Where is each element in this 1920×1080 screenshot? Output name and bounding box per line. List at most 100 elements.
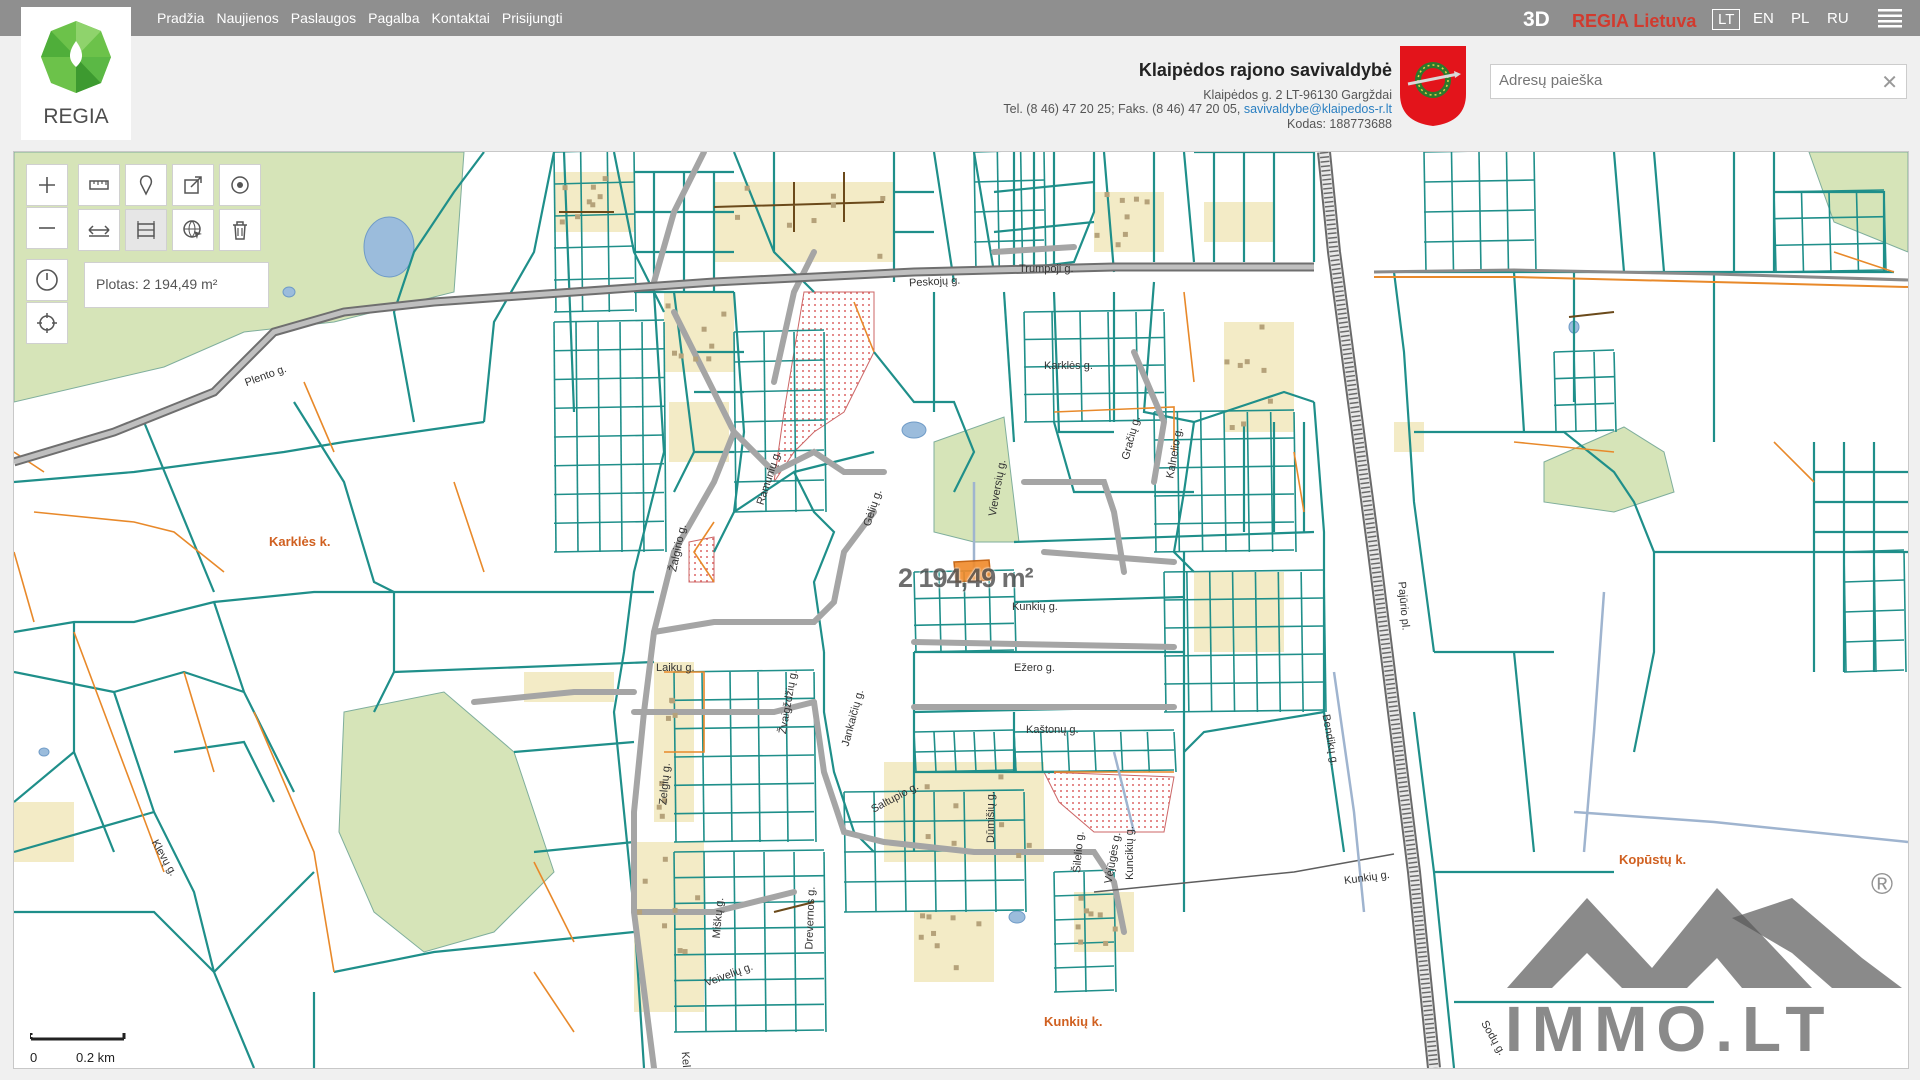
building bbox=[597, 194, 603, 200]
lang-lt-button[interactable]: LT bbox=[1712, 9, 1741, 30]
street-label: Dūmišių g. bbox=[984, 791, 997, 843]
building bbox=[665, 715, 671, 721]
header: Klaipėdos rajono savivaldybė Klaipėdos g… bbox=[0, 36, 1920, 146]
target-button[interactable] bbox=[219, 164, 261, 206]
building bbox=[998, 774, 1004, 780]
street-label: Kunkių g. bbox=[1012, 601, 1058, 613]
marker-button[interactable] bbox=[125, 164, 167, 206]
target-icon bbox=[231, 176, 249, 194]
trash-icon bbox=[233, 221, 247, 240]
building bbox=[1026, 842, 1032, 848]
hamburger-menu-icon[interactable] bbox=[1878, 8, 1902, 28]
building bbox=[1104, 192, 1110, 198]
nav-item-pradzia[interactable]: Pradžia bbox=[157, 10, 204, 26]
building bbox=[659, 813, 665, 819]
building bbox=[951, 840, 957, 846]
nav-item-paslaugos[interactable]: Paslaugos bbox=[291, 10, 356, 26]
building bbox=[1244, 359, 1250, 365]
history-button[interactable] bbox=[26, 259, 68, 301]
building bbox=[1241, 421, 1247, 427]
street-label: Karklės g. bbox=[1044, 360, 1093, 372]
building bbox=[682, 949, 688, 955]
registered-mark: ® bbox=[1871, 868, 1894, 901]
building bbox=[642, 878, 648, 884]
building bbox=[586, 199, 592, 205]
zoom-in-button[interactable] bbox=[26, 164, 68, 206]
building bbox=[925, 834, 931, 840]
building bbox=[662, 923, 668, 929]
organization-title: Klaipėdos rajono savivaldybė bbox=[1138, 60, 1392, 80]
building bbox=[677, 948, 683, 954]
scale-bar: 0 0.2 km bbox=[29, 1028, 130, 1065]
logo[interactable]: REGIA bbox=[21, 7, 131, 140]
nav-item-prisijungti[interactable]: Prisijungti bbox=[502, 10, 563, 26]
measure-distance-icon bbox=[88, 225, 110, 237]
share-button[interactable] bbox=[172, 164, 214, 206]
organization-code: Kodas: 188773688 bbox=[1287, 117, 1392, 131]
building bbox=[880, 195, 886, 201]
logo-text: REGIA bbox=[43, 105, 109, 128]
building bbox=[999, 822, 1005, 828]
building bbox=[1112, 926, 1118, 932]
building bbox=[953, 965, 959, 971]
building bbox=[672, 350, 678, 356]
globe-cursor-button[interactable] bbox=[172, 209, 214, 251]
building bbox=[1267, 398, 1273, 404]
village-label: Kunkių k. bbox=[1044, 1014, 1103, 1029]
coat-of-arms-icon bbox=[1400, 46, 1466, 126]
building bbox=[950, 915, 956, 921]
building bbox=[590, 184, 596, 190]
nav-item-kontaktai[interactable]: Kontaktai bbox=[432, 10, 490, 26]
building bbox=[1078, 895, 1084, 901]
delete-button[interactable] bbox=[219, 209, 261, 251]
building bbox=[1261, 367, 1267, 373]
email-link[interactable]: savivaldybe@klaipedos-r.lt bbox=[1244, 102, 1392, 116]
measured-area-label: 2 194,49 m² bbox=[898, 563, 1034, 593]
building bbox=[1097, 912, 1103, 918]
organization-contact: Tel. (8 46) 47 20 25; Faks. (8 46) 47 20… bbox=[1003, 102, 1392, 116]
building bbox=[786, 222, 792, 228]
building bbox=[693, 356, 699, 362]
plus-icon bbox=[39, 177, 55, 193]
nav-item-pagalba[interactable]: Pagalba bbox=[368, 10, 419, 26]
clock-icon bbox=[36, 269, 58, 291]
building bbox=[1016, 853, 1022, 859]
measure-distance-button[interactable] bbox=[78, 209, 120, 251]
locate-button[interactable] bbox=[26, 302, 68, 344]
building bbox=[744, 185, 750, 191]
building bbox=[1094, 232, 1100, 238]
building bbox=[830, 193, 836, 199]
scale-zero: 0 bbox=[30, 1050, 38, 1065]
top-bar: Pradžia Naujienos Paslaugos Pagalba Kont… bbox=[0, 0, 1920, 36]
building bbox=[924, 784, 930, 790]
region-label[interactable]: REGIA Lietuva bbox=[1572, 11, 1696, 32]
building bbox=[1224, 359, 1230, 365]
building bbox=[920, 913, 926, 919]
zoom-out-button[interactable] bbox=[26, 207, 68, 249]
close-icon[interactable]: ✕ bbox=[1881, 70, 1898, 95]
scale-bar-graphic bbox=[29, 1033, 126, 1041]
scale-distance: 0.2 km bbox=[76, 1050, 116, 1065]
building bbox=[562, 185, 568, 191]
address-search-input[interactable] bbox=[1491, 65, 1869, 96]
lang-en-button[interactable]: EN bbox=[1748, 9, 1779, 28]
building bbox=[877, 253, 883, 259]
area-result-panel: Plotas: 2 194,49 m² bbox=[84, 262, 269, 308]
nav-item-naujienos[interactable]: Naujienos bbox=[216, 10, 278, 26]
ruler-icon bbox=[89, 180, 109, 190]
building bbox=[1084, 908, 1090, 914]
building bbox=[678, 353, 684, 359]
building bbox=[735, 214, 741, 220]
lang-pl-button[interactable]: PL bbox=[1786, 9, 1814, 28]
measure-area-button[interactable] bbox=[125, 209, 167, 251]
village-label: Karklės k. bbox=[269, 534, 331, 549]
building bbox=[670, 698, 676, 704]
marker-icon bbox=[139, 175, 153, 196]
measure-area-icon bbox=[137, 221, 155, 239]
building bbox=[672, 712, 678, 718]
ruler-button[interactable] bbox=[78, 164, 120, 206]
3d-button[interactable]: 3D bbox=[1523, 8, 1550, 32]
lang-ru-button[interactable]: RU bbox=[1822, 9, 1854, 28]
phone-fax: Tel. (8 46) 47 20 25; Faks. (8 46) 47 20… bbox=[1003, 102, 1241, 116]
building bbox=[662, 856, 668, 862]
